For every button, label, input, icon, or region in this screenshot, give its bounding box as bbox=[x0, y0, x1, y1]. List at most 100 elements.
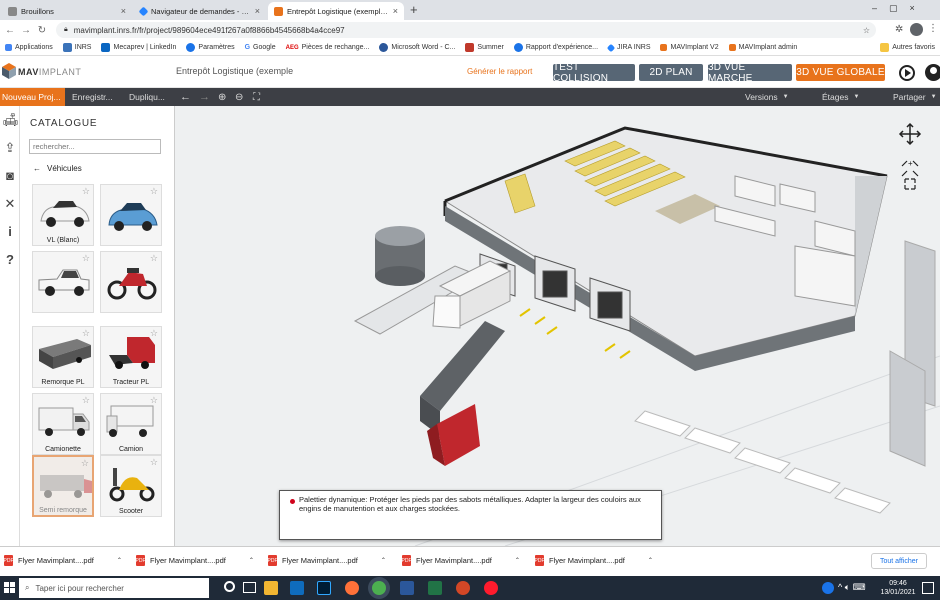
generate-report-link[interactable]: Générer le rapport bbox=[467, 67, 532, 76]
download-item[interactable]: PDF Flyer Mavimplant....pdf ⌃ bbox=[535, 555, 653, 566]
duplicate-button[interactable]: Dupliqu... bbox=[129, 88, 165, 106]
tab-jira[interactable]: Navigateur de demandes - JIRA INRS × bbox=[134, 2, 266, 20]
cortana-icon[interactable] bbox=[224, 581, 235, 592]
catalogue-item-scooter[interactable]: ☆ Scooter bbox=[100, 455, 162, 517]
powerpoint-icon[interactable] bbox=[456, 581, 470, 595]
3d-vue-globale-button[interactable]: 3D VUE GLOBALE bbox=[796, 64, 885, 81]
floors-menu[interactable]: Étages ▼ bbox=[822, 88, 859, 106]
favorite-star-icon[interactable]: ☆ bbox=[82, 328, 90, 339]
catalogue-item-vl-blanc[interactable]: ☆ VL (Blanc) bbox=[32, 184, 94, 246]
new-project-button[interactable]: Nouveau Proj... bbox=[0, 88, 65, 106]
bookmark-mavimplant-admin[interactable]: MAVImplant admin bbox=[724, 44, 803, 51]
bookmark-pieces[interactable]: AEG Pièces de rechange... bbox=[281, 44, 375, 51]
warehouse-3d-scene[interactable]: + bbox=[175, 106, 940, 546]
favorite-star-icon[interactable]: ☆ bbox=[81, 458, 89, 469]
catalogue-item-pickup[interactable]: ☆ bbox=[32, 251, 94, 313]
play-icon[interactable] bbox=[899, 65, 915, 81]
photoshop-icon[interactable] bbox=[317, 581, 331, 595]
bookmark-linkedin[interactable]: Mecaprev | LinkedIn bbox=[96, 43, 181, 52]
catalogue-item-semi-remorque[interactable]: ☆ Semi remorque bbox=[32, 455, 94, 517]
bookmark-word[interactable]: Microsoft Word - C... bbox=[374, 43, 460, 52]
new-tab-button[interactable]: + bbox=[410, 2, 418, 17]
star-bookmark-icon[interactable]: ☆ bbox=[863, 26, 870, 35]
category-back-link[interactable]: ← Véhicules bbox=[33, 164, 82, 173]
share-menu[interactable]: Partager ▼ bbox=[893, 88, 937, 106]
catalogue-item-blue-car[interactable]: ☆ bbox=[100, 184, 162, 246]
opera-icon[interactable] bbox=[484, 581, 498, 595]
tab-brouillons[interactable]: Brouillons × bbox=[2, 2, 132, 20]
tools-icon[interactable]: ✕ bbox=[2, 196, 18, 214]
catalogue-search-input[interactable] bbox=[29, 139, 161, 154]
bookmark-google[interactable]: G Google bbox=[240, 44, 281, 51]
catalogue-item-camion[interactable]: ☆ Camion bbox=[100, 393, 162, 455]
window-controls[interactable]: –▢× bbox=[872, 3, 927, 14]
menu-dots-icon[interactable]: ⋮ bbox=[928, 23, 938, 34]
extensions-icon[interactable]: ✲ bbox=[895, 24, 903, 35]
favorite-star-icon[interactable]: ☆ bbox=[82, 395, 90, 406]
chrome-icon[interactable] bbox=[372, 581, 386, 595]
favorite-star-icon[interactable]: ☆ bbox=[150, 395, 158, 406]
favorite-star-icon[interactable]: ☆ bbox=[150, 457, 158, 468]
catalogue-item-remorque-pl[interactable]: ☆ Remorque PL bbox=[32, 326, 94, 388]
download-item[interactable]: PDF Flyer Mavimplant....pdf ⌃ bbox=[4, 555, 122, 566]
catalogue-item-motorbike[interactable]: ☆ bbox=[100, 251, 162, 313]
user-icon[interactable] bbox=[925, 64, 940, 82]
bookmark-other-favorites[interactable]: Autres favoris bbox=[875, 43, 940, 52]
windows-start-icon[interactable] bbox=[4, 582, 16, 594]
bookmark-summer[interactable]: Summer bbox=[460, 43, 508, 52]
fullscreen-icon[interactable] bbox=[904, 178, 916, 190]
help-tray-icon[interactable] bbox=[822, 582, 834, 594]
taskbar-search-input[interactable]: ⌕ Taper ici pour rechercher bbox=[19, 578, 209, 598]
favorite-star-icon[interactable]: ☆ bbox=[150, 253, 158, 264]
reload-icon[interactable]: ↻ bbox=[34, 25, 50, 36]
bookmark-rapport[interactable]: Rapport d'expérience... bbox=[509, 43, 603, 52]
export-icon[interactable]: ⇪ bbox=[2, 140, 18, 158]
chevron-up-icon[interactable]: ⌃ bbox=[249, 557, 254, 564]
bookmark-jira[interactable]: JIRA INRS bbox=[603, 43, 655, 52]
show-all-downloads-button[interactable]: Tout afficher bbox=[871, 553, 927, 569]
download-item[interactable]: PDF Flyer Mavimplant....pdf ⌃ bbox=[402, 555, 520, 566]
chevron-up-icon[interactable]: ⌃ bbox=[648, 557, 653, 564]
url-field[interactable]: 🔒︎ mavimplant.inrs.fr/fr/project/989604e… bbox=[56, 22, 876, 38]
catalogue-item-tracteur-pl[interactable]: ☆ Tracteur PL bbox=[100, 326, 162, 388]
save-button[interactable]: Enregistr... bbox=[72, 88, 113, 106]
info-icon[interactable]: i bbox=[2, 224, 18, 242]
help-icon[interactable]: ? bbox=[2, 252, 18, 270]
versions-menu[interactable]: Versions ▼ bbox=[745, 88, 789, 106]
notification-icon[interactable] bbox=[922, 582, 934, 594]
taskbar-clock[interactable]: 09:46 13/01/2021 bbox=[880, 579, 916, 597]
download-item[interactable]: PDF Flyer Mavimplant....pdf ⌃ bbox=[136, 555, 254, 566]
download-item[interactable]: PDF Flyer Mavimplant....pdf ⌃ bbox=[268, 555, 386, 566]
chevron-up-icon[interactable]: ⌃ bbox=[117, 557, 122, 564]
redo-arrow-icon[interactable]: → bbox=[199, 88, 210, 106]
tab-mavimplant[interactable]: Entrepôt Logistique (exemple) - MAVImpla… bbox=[268, 2, 404, 20]
firefox-icon[interactable] bbox=[345, 581, 359, 595]
outlook-icon[interactable] bbox=[290, 581, 304, 595]
navigation-arrows-icon[interactable] bbox=[898, 122, 922, 146]
avatar[interactable] bbox=[910, 23, 923, 36]
close-icon[interactable]: × bbox=[121, 6, 126, 16]
catalogue-item-camionette[interactable]: ☆ Camionette bbox=[32, 393, 94, 455]
word-icon[interactable] bbox=[400, 581, 414, 595]
forward-arrow-icon[interactable]: → bbox=[18, 25, 34, 36]
zoom-in-icon[interactable]: ⊕ bbox=[218, 88, 226, 106]
bookmark-applications[interactable]: Applications bbox=[0, 44, 58, 51]
semi-truck[interactable] bbox=[420, 321, 505, 466]
favorite-star-icon[interactable]: ☆ bbox=[150, 186, 158, 197]
close-icon[interactable]: × bbox=[255, 6, 260, 16]
back-arrow-icon[interactable]: ← bbox=[2, 25, 18, 36]
favorite-star-icon[interactable]: ☆ bbox=[150, 328, 158, 339]
favorite-star-icon[interactable]: ☆ bbox=[82, 253, 90, 264]
project-name[interactable]: Entrepôt Logistique (exemple bbox=[176, 66, 293, 76]
file-explorer-icon[interactable] bbox=[264, 581, 278, 595]
3d-viewport[interactable]: + Palettier dynamique: Protéger les pied… bbox=[175, 106, 940, 546]
sofa-icon[interactable]: 🛋︎ bbox=[2, 112, 19, 130]
task-view-icon[interactable] bbox=[243, 582, 256, 593]
zoom-out-icon[interactable]: ⊖ bbox=[235, 88, 243, 106]
bookmark-parametres[interactable]: Paramètres bbox=[181, 43, 239, 52]
test-collision-button[interactable]: TEST COLLISION bbox=[553, 62, 635, 84]
tray-icons[interactable]: ^ 🔈︎ ⌨ bbox=[838, 582, 866, 593]
fit-screen-icon[interactable]: ⛶ bbox=[253, 88, 260, 106]
3d-vue-marche-button[interactable]: 3D VUE MARCHE bbox=[708, 62, 792, 84]
chevron-up-icon[interactable]: ⌃ bbox=[381, 557, 386, 564]
